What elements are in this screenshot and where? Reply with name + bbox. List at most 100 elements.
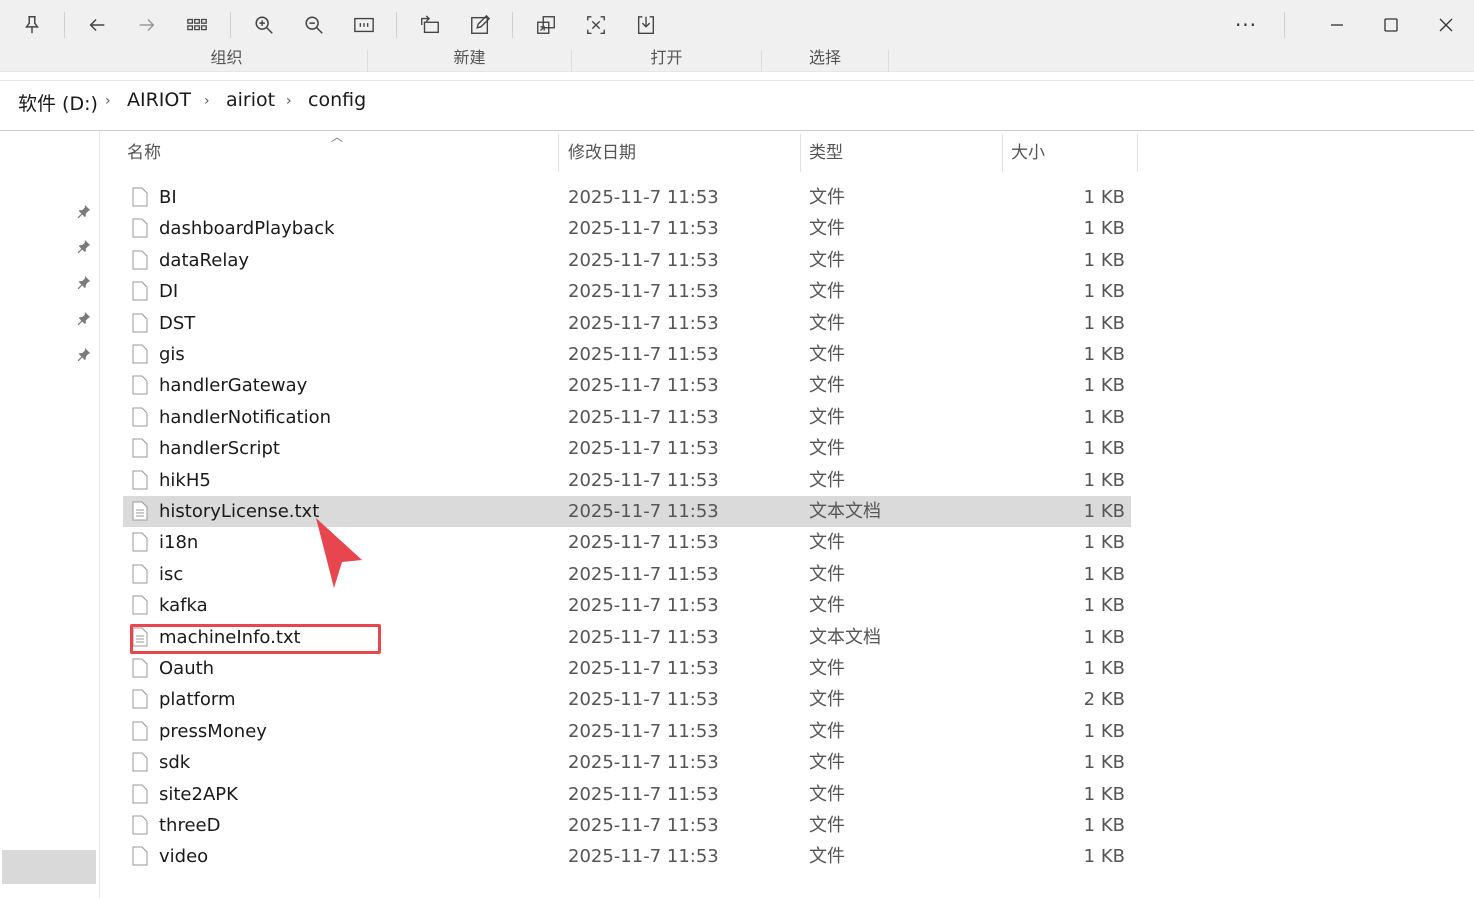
forward-icon[interactable] xyxy=(129,7,165,43)
file-name: platform xyxy=(159,689,236,711)
back-icon[interactable] xyxy=(79,7,115,43)
file-date: 2025-11-7 11:53 xyxy=(568,720,719,742)
breadcrumb-config[interactable]: config xyxy=(308,89,366,111)
file-row[interactable]: i18n 2025-11-7 11:53 文件 1 KB xyxy=(123,527,1131,558)
file-type: 文件 xyxy=(809,406,845,428)
pin-icon[interactable] xyxy=(74,272,94,292)
column-divider[interactable] xyxy=(1002,134,1003,172)
file-row[interactable]: pressMoney 2025-11-7 11:53 文件 1 KB xyxy=(123,716,1131,747)
file-row[interactable]: BI 2025-11-7 11:53 文件 1 KB xyxy=(123,182,1131,213)
file-date: 2025-11-7 11:53 xyxy=(568,501,719,522)
nav-scroll-block[interactable] xyxy=(2,850,96,884)
highlight-box xyxy=(130,624,381,654)
file-date: 2025-11-7 11:53 xyxy=(568,815,719,836)
file-row[interactable]: handlerScript 2025-11-7 11:53 文件 1 KB xyxy=(123,433,1131,464)
chevron-right-icon[interactable]: › xyxy=(204,93,210,109)
file-row[interactable]: historyLicense.txt 2025-11-7 11:53 文本文档 1 K… xyxy=(123,496,1131,527)
column-divider[interactable] xyxy=(800,134,801,172)
ribbon-group-open: 打开 xyxy=(572,50,762,72)
file-row[interactable]: Oauth 2025-11-7 11:53 文件 1 KB xyxy=(123,653,1131,684)
file-icon xyxy=(132,344,148,364)
crop-icon[interactable] xyxy=(578,7,614,43)
file-type: 文件 xyxy=(809,187,845,208)
chevron-right-icon[interactable]: › xyxy=(105,93,111,109)
file-icon xyxy=(132,846,148,866)
file-row[interactable]: dashboardPlayback 2025-11-7 11:53 文件 1 KB xyxy=(123,213,1131,244)
breadcrumb-drive[interactable]: 软件 (D:) xyxy=(18,89,98,116)
chevron-right-icon[interactable]: › xyxy=(286,93,292,109)
file-type: 文件 xyxy=(809,720,845,742)
file-row[interactable]: hikH5 2025-11-7 11:53 文件 1 KB xyxy=(123,465,1131,496)
breadcrumb-airiot-upper[interactable]: AIRIOT xyxy=(127,89,191,111)
minimize-icon[interactable] xyxy=(1317,7,1357,43)
close-icon[interactable] xyxy=(1426,7,1466,43)
ribbon-group-new: 新建 xyxy=(368,50,572,72)
file-size: 1 KB xyxy=(1083,438,1125,460)
file-row[interactable]: handlerGateway 2025-11-7 11:53 文件 1 KB xyxy=(123,370,1131,401)
edit-icon[interactable] xyxy=(462,7,498,43)
file-icon xyxy=(132,815,148,835)
file-date: 2025-11-7 11:53 xyxy=(568,658,719,679)
breadcrumb-airiot[interactable]: airiot xyxy=(226,89,275,111)
file-type: 文件 xyxy=(809,532,845,554)
file-row[interactable]: gis 2025-11-7 11:53 文件 1 KB xyxy=(123,339,1131,370)
column-header-type[interactable]: 类型 xyxy=(809,134,843,172)
file-type: 文件 xyxy=(809,658,845,679)
rotate-icon[interactable] xyxy=(412,7,448,43)
zoom-out-icon[interactable] xyxy=(296,7,332,43)
file-name: kafka xyxy=(159,595,208,617)
pin-icon[interactable] xyxy=(74,344,94,364)
file-row[interactable]: dataRelay 2025-11-7 11:53 文件 1 KB xyxy=(123,245,1131,276)
zoom-in-icon[interactable] xyxy=(246,7,282,43)
file-type: 文件 xyxy=(809,783,845,805)
column-header-name[interactable]: 名称 xyxy=(127,134,161,172)
file-size: 2 KB xyxy=(1083,689,1125,711)
file-row[interactable]: kafka 2025-11-7 11:53 文件 1 KB xyxy=(123,590,1131,621)
file-name: i18n xyxy=(159,532,199,554)
file-row[interactable]: isc 2025-11-7 11:53 文件 1 KB xyxy=(123,559,1131,590)
file-date: 2025-11-7 11:53 xyxy=(568,626,719,648)
file-date: 2025-11-7 11:53 xyxy=(568,783,719,805)
fit-icon[interactable] xyxy=(346,7,382,43)
save-icon[interactable] xyxy=(628,7,664,43)
copy-icon[interactable] xyxy=(528,7,564,43)
file-name: video xyxy=(159,846,209,868)
file-row[interactable]: platform 2025-11-7 11:53 文件 2 KB xyxy=(123,684,1131,715)
file-icon xyxy=(132,658,148,678)
ribbon-groups: 组织 新建 打开 选择 xyxy=(0,50,1474,72)
file-icon xyxy=(132,407,148,427)
file-type: 文件 xyxy=(809,469,845,491)
file-row[interactable]: handlerNotification 2025-11-7 11:53 文件 1 KB xyxy=(123,402,1131,433)
file-row[interactable]: DI 2025-11-7 11:53 文件 1 KB xyxy=(123,276,1131,307)
column-divider[interactable] xyxy=(1137,134,1138,172)
pin-icon[interactable] xyxy=(74,201,94,221)
file-row[interactable]: video 2025-11-7 11:53 文件 1 KB xyxy=(123,841,1131,872)
maximize-icon[interactable] xyxy=(1371,7,1411,43)
file-row[interactable]: threeD 2025-11-7 11:53 文件 1 KB xyxy=(123,810,1131,841)
column-divider[interactable] xyxy=(558,134,559,172)
file-row[interactable]: sdk 2025-11-7 11:53 文件 1 KB xyxy=(123,747,1131,778)
pin-icon[interactable] xyxy=(14,7,50,43)
file-type: 文件 xyxy=(809,312,845,334)
file-row[interactable]: site2APK 2025-11-7 11:53 文件 1 KB xyxy=(123,779,1131,810)
file-date: 2025-11-7 11:53 xyxy=(568,281,719,303)
sort-up-icon: ︿ xyxy=(331,130,344,144)
file-size: 1 KB xyxy=(1083,406,1125,428)
file-name: BI xyxy=(159,187,177,208)
file-size: 1 KB xyxy=(1083,752,1125,774)
file-name: gis xyxy=(159,344,185,365)
file-size: 1 KB xyxy=(1083,532,1125,554)
pin-icon[interactable] xyxy=(74,308,94,328)
file-type: 文本文档 xyxy=(809,501,881,522)
pin-icon[interactable] xyxy=(74,236,94,256)
more-icon[interactable]: ··· xyxy=(1226,7,1266,43)
file-icon xyxy=(132,595,148,615)
column-header-date[interactable]: 修改日期 xyxy=(568,134,636,172)
file-size: 1 KB xyxy=(1083,815,1125,836)
file-type: 文件 xyxy=(809,438,845,460)
file-row[interactable]: DST 2025-11-7 11:53 文件 1 KB xyxy=(123,308,1131,339)
column-header-size[interactable]: 大小 xyxy=(1011,134,1045,172)
grid-icon[interactable] xyxy=(179,7,215,43)
file-name: threeD xyxy=(159,815,221,836)
ribbon-group-select: 选择 xyxy=(762,50,889,72)
